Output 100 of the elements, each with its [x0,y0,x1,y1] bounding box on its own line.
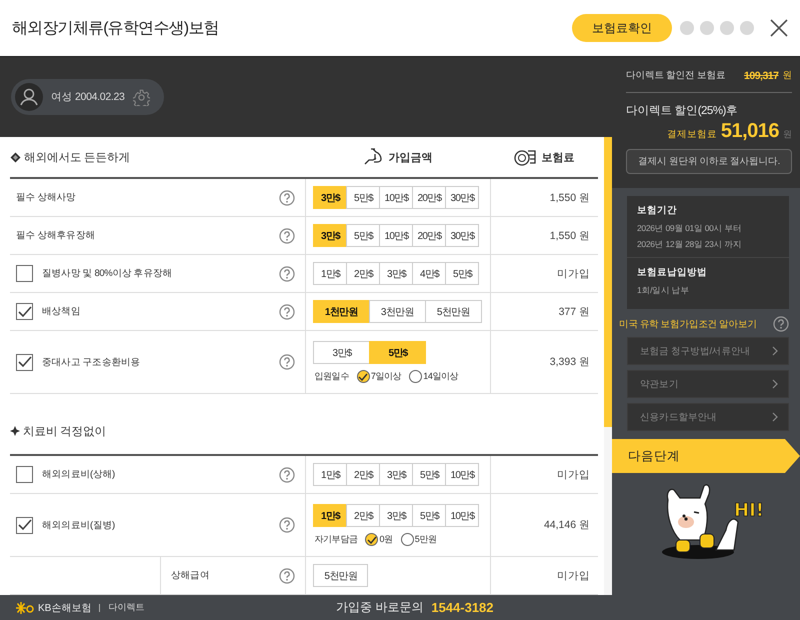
radio-option[interactable]: 5만원 [400,533,437,546]
amount-option[interactable]: 3만$ [313,186,348,209]
amount-option[interactable]: 5만$ [412,463,446,486]
amount-option[interactable]: 4만$ [412,262,446,285]
checkbox[interactable] [16,516,33,534]
help-icon[interactable] [279,517,296,533]
profile-text: 여성 2004.02.23 [51,90,125,104]
after-discount-title: 다이렉트 할인(25%)후 [626,104,738,118]
menu-item[interactable]: 신용카드할부안내 [627,403,789,431]
menu-item[interactable]: 약관보기 [627,370,789,398]
amount-option[interactable]: 10만$ [445,463,480,486]
amount-option[interactable]: 2만$ [346,463,380,486]
help-icon[interactable] [279,190,296,206]
coverage-label: 해외의료비(질병) [42,518,116,532]
amount-option[interactable]: 5만$ [445,262,480,285]
payment-amount: 51,016 [720,120,779,143]
premium-value: 1,550 원 [550,228,590,242]
coverage-label: 질병사망 및 80%이상 후유장해 [42,267,174,280]
premium-value: 미가입 [557,468,590,482]
rounding-note: 결제시 원단위 이하로 절사됩니다. [626,149,792,174]
diamond-icon [10,152,21,162]
help-icon[interactable] [279,266,296,282]
next-step-button[interactable]: 다음단계 [612,439,800,473]
amount-option[interactable]: 20만$ [412,186,446,209]
checkbox[interactable] [16,354,33,370]
amount-option[interactable]: 3천만원 [368,300,426,323]
currency-unit: 원 [783,128,792,141]
star-logo-icon [16,602,34,614]
amount-option[interactable]: 10만$ [445,504,480,527]
amount-option[interactable]: 30만$ [445,186,480,209]
step-dot-icon [700,21,714,35]
help-icon[interactable] [773,316,789,332]
amount-option[interactable]: 5만$ [346,186,380,209]
coverage-label: 필수 상해사망 [16,191,77,204]
step-dot-icon [740,21,754,35]
checkbox[interactable] [16,303,33,320]
scrollbar-thumb[interactable] [604,137,612,427]
premium-value: 1,550 원 [550,190,590,204]
amount-option[interactable]: 5천만원 [313,564,368,587]
step-dot-icon [680,21,694,35]
help-icon[interactable] [279,354,296,370]
amount-option[interactable]: 5만$ [346,224,380,247]
checkbox[interactable] [16,466,33,483]
chevron-right-icon [772,379,778,389]
amount-option[interactable]: 10만$ [379,224,414,247]
amount-option[interactable]: 3만$ [313,341,370,364]
chevron-right-icon [772,346,778,356]
phone-number: 1544-3182 [431,600,494,615]
help-icon[interactable] [279,228,296,244]
premium-value: 미가입 [557,568,590,582]
payment-method-title: 보험료납입방법 [637,266,708,279]
brand-name: KB손해보험 [38,602,92,614]
amount-option[interactable]: 2만$ [346,262,380,285]
help-icon[interactable] [278,304,295,320]
before-discount-label: 다이렉트 할인전 보험료 [626,69,726,82]
amount-option[interactable]: 30만$ [445,224,480,247]
coverage-label: 상해급여 [171,569,210,582]
help-icon[interactable] [279,466,296,482]
premium-check-button[interactable]: 보험료확인 [572,14,672,42]
menu-item[interactable]: 보험금 청구방법/서류안내 [627,337,789,365]
coverage-label: 필수 상해후유장해 [16,229,96,242]
contact-label: 가입중 바로문의 [336,599,424,616]
coverage-label: 배상책임 [42,305,82,318]
amount-option[interactable]: 1천만원 [312,300,370,323]
close-icon[interactable] [770,19,788,37]
window-title: 해외장기체류(유학연수생)보험 [12,18,219,38]
premium-value: 44,146 원 [544,518,590,532]
help-icon[interactable] [279,568,296,584]
amount-option[interactable]: 3만$ [379,463,414,486]
amount-option[interactable]: 1만$ [313,504,348,527]
conditions-link[interactable]: 미국 유학 보험가입조건 알아보기 [619,318,757,330]
amount-option[interactable]: 10만$ [379,186,414,209]
amount-option[interactable]: 2만$ [346,504,380,527]
period-date: 2026년 12월 28일 23시 까지 [637,239,743,251]
period-title: 보험기간 [637,204,678,217]
amount-option[interactable]: 3만$ [379,262,414,285]
avatar-icon [15,83,43,111]
amount-option[interactable]: 5천만원 [424,300,482,323]
radio-option[interactable]: 7일이상 [356,370,402,383]
amount-option[interactable]: 3만$ [313,224,348,247]
profile-pill[interactable]: 여성 2004.02.23 [11,79,164,115]
amount-option[interactable]: 5만$ [369,341,426,364]
amount-option[interactable]: 20만$ [412,224,446,247]
amount-option[interactable]: 1만$ [313,262,348,285]
amount-option[interactable]: 5만$ [412,504,446,527]
coins-icon [514,148,536,166]
column-header: 가입금액 [388,150,432,164]
chevron-right-icon [772,412,778,422]
radio-group-label: 입원일수 [314,370,349,383]
settings-icon[interactable] [132,88,150,106]
before-discount-amount: 109,317 [744,70,778,82]
amount-option[interactable]: 1만$ [313,463,348,486]
cross-icon [10,426,20,436]
amount-option[interactable]: 3만$ [379,504,414,527]
mascot-drawing: HI! [636,482,766,564]
radio-option[interactable]: 0원 [365,533,393,546]
radio-option[interactable]: 14일이상 [409,370,458,383]
section-title: 치료비 걱정없이 [23,424,106,438]
checkbox[interactable] [16,265,33,282]
coverage-label: 중대사고 구조송환비용 [42,356,142,368]
